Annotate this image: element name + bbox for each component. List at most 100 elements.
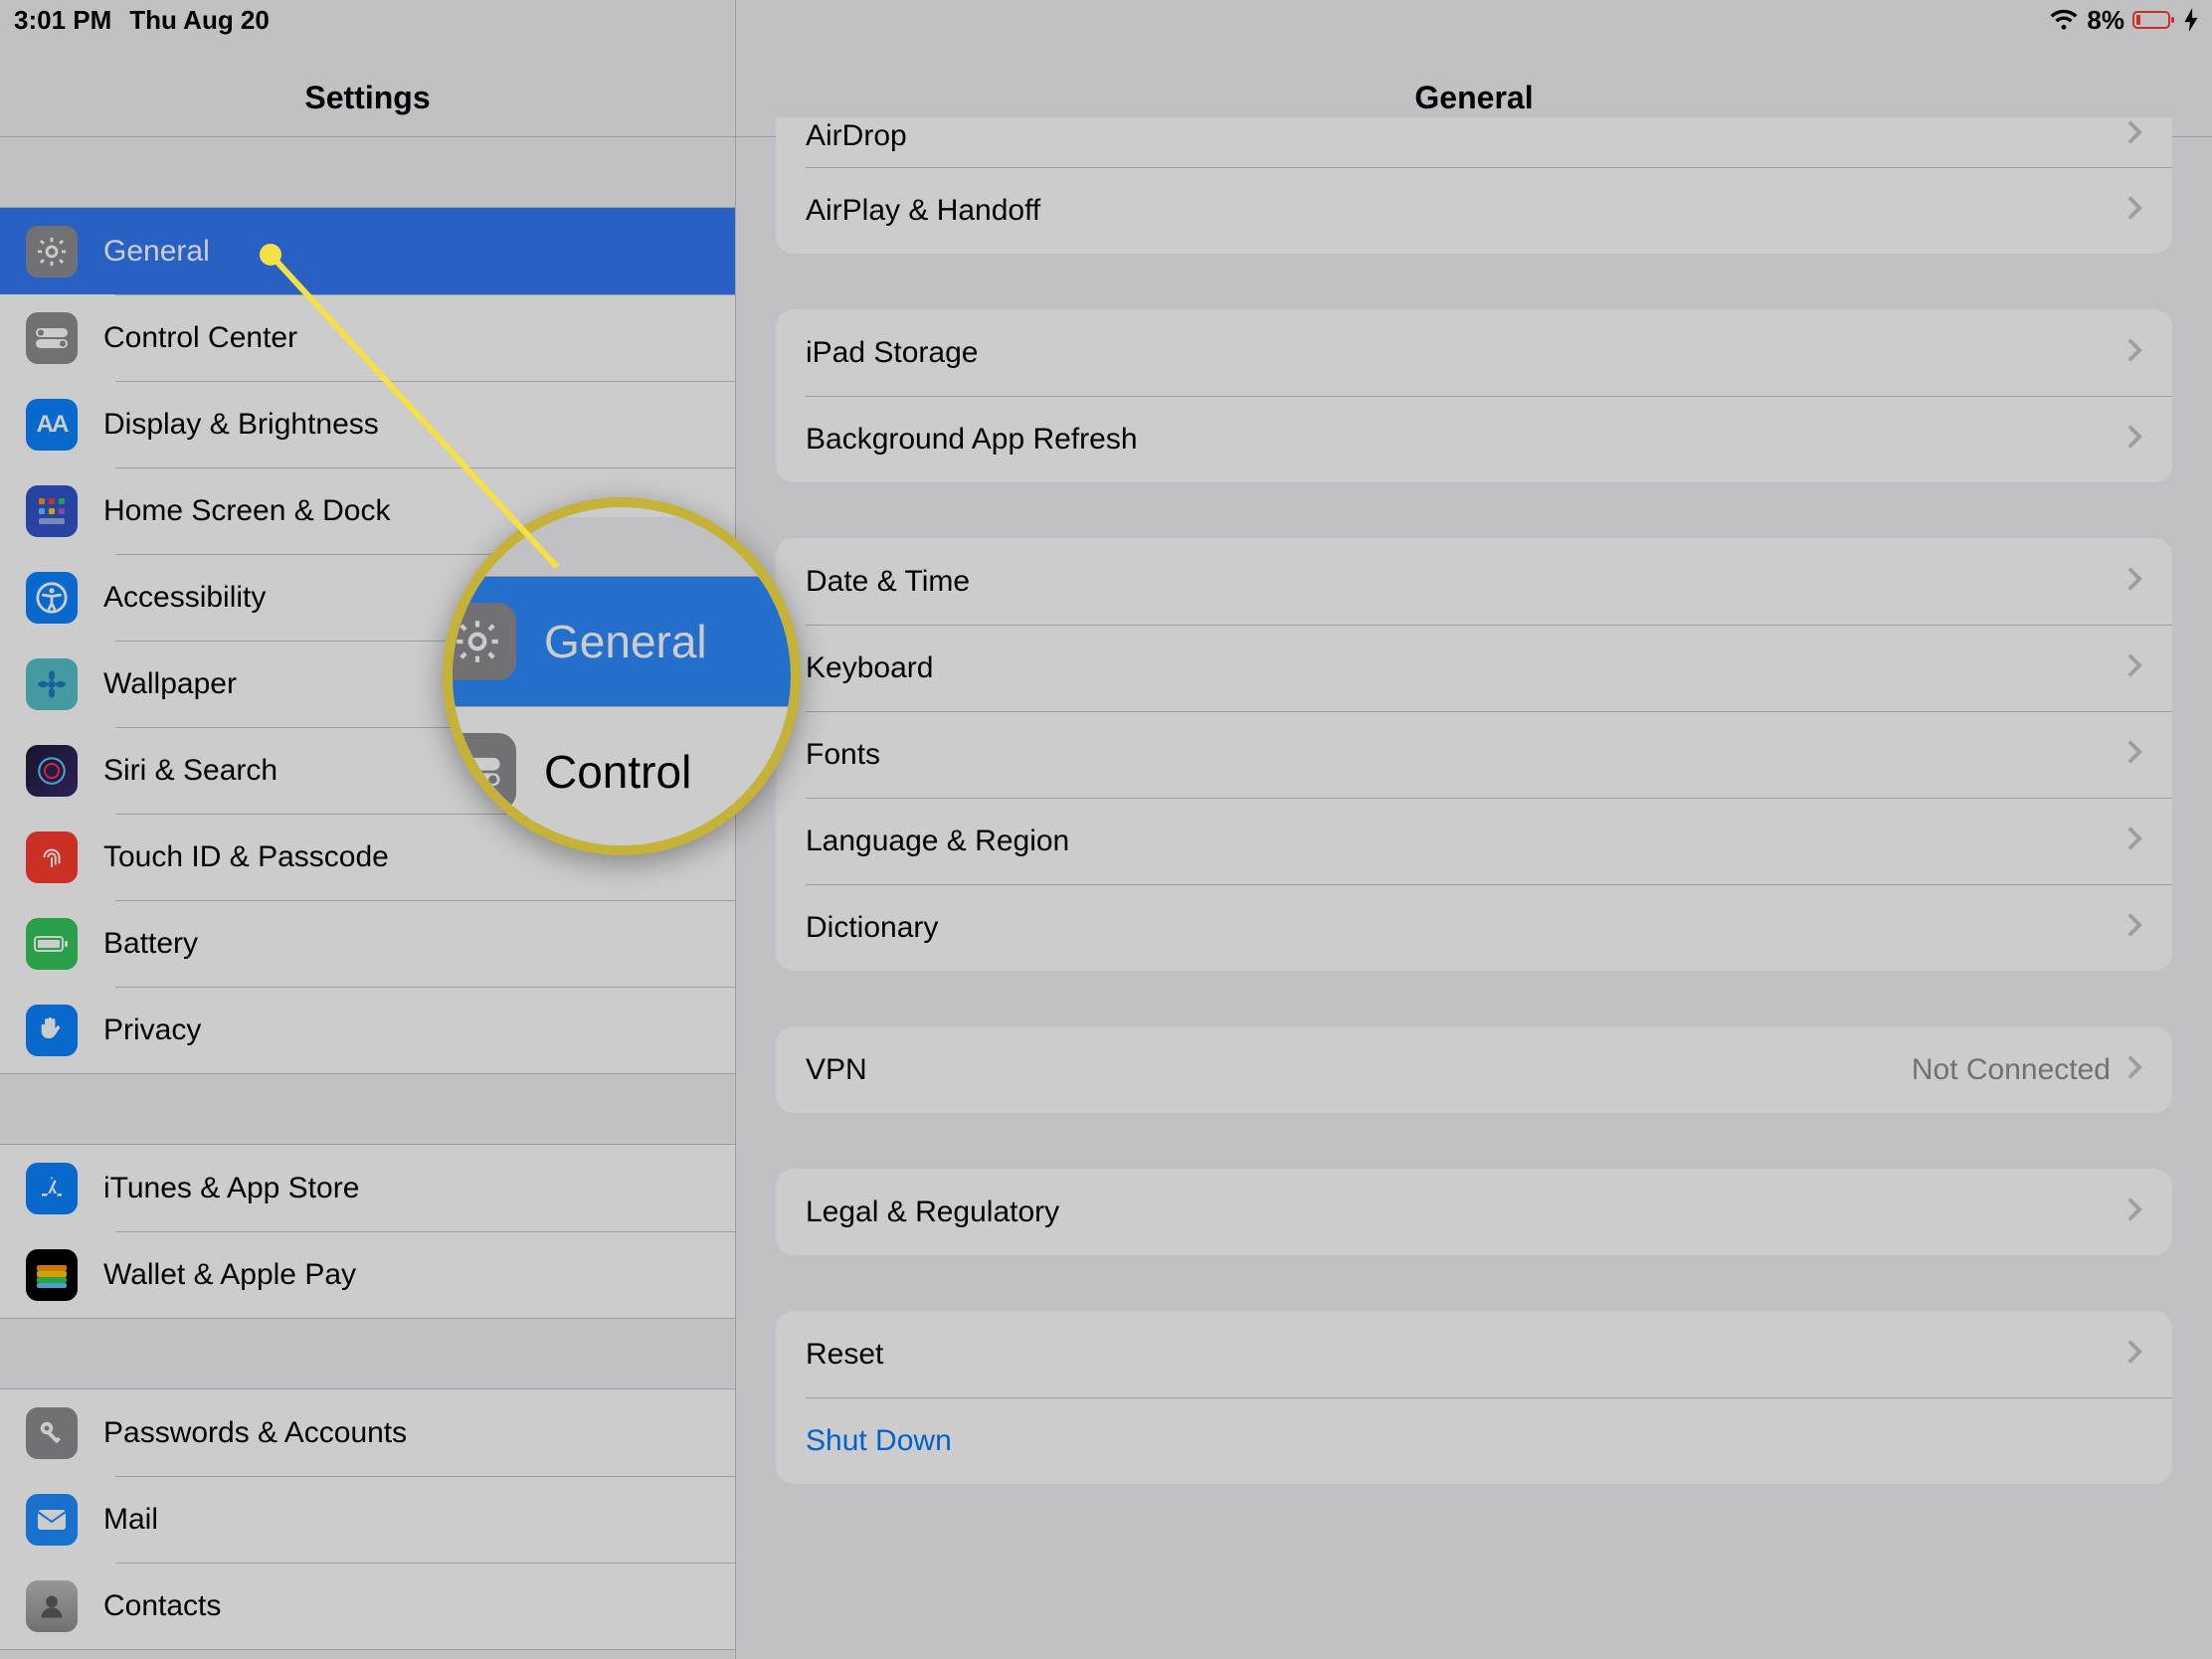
sidebar-item-passwords-accounts[interactable]: Passwords & Accounts [0, 1389, 735, 1476]
detail-row-label: iPad Storage [806, 336, 978, 370]
wallet-icon [26, 1249, 78, 1301]
chevron-right-icon [2126, 912, 2142, 943]
detail-row-label: VPN [806, 1053, 867, 1087]
annotation-magnifier: General Control [443, 497, 801, 855]
app-store-icon [26, 1163, 78, 1214]
sidebar-item-label: Siri & Search [103, 754, 277, 788]
chevron-right-icon [2126, 119, 2142, 150]
siri-icon [26, 745, 78, 797]
detail-row-value: Not Connected [1912, 1053, 2111, 1087]
chevron-right-icon [2126, 566, 2142, 597]
detail-row-vpn[interactable]: VPN Not Connected [776, 1026, 2172, 1113]
hand-icon [26, 1005, 78, 1056]
detail-row-fonts[interactable]: Fonts [776, 711, 2172, 798]
detail-group-airdrop: AirDrop AirPlay & Handoff [776, 117, 2172, 254]
sidebar-item-mail[interactable]: Mail [0, 1476, 735, 1563]
chevron-right-icon [2126, 826, 2142, 856]
sidebar-item-label: Contacts [103, 1589, 221, 1623]
sidebar-item-privacy[interactable]: Privacy [0, 987, 735, 1073]
magnifier-row-label: Control [544, 745, 691, 799]
magnifier-row-control: Control [443, 706, 801, 835]
gear-icon [26, 226, 78, 277]
sidebar-group-accounts: Passwords & Accounts Mail Contacts [0, 1388, 735, 1650]
detail-row-label: Keyboard [806, 651, 933, 685]
key-icon [26, 1407, 78, 1459]
chevron-right-icon [2126, 337, 2142, 368]
detail-row-label: Fonts [806, 738, 880, 772]
sidebar-item-label: General [103, 235, 210, 269]
chevron-right-icon [2126, 1054, 2142, 1085]
chevron-right-icon [2126, 424, 2142, 455]
magnifier-row-general: General [443, 577, 801, 706]
detail-row-label: Language & Region [806, 825, 1069, 858]
sidebar-item-itunes-app-store[interactable]: iTunes & App Store [0, 1145, 735, 1231]
status-time: 3:01 PM [14, 5, 111, 36]
sidebar-item-label: Display & Brightness [103, 408, 379, 442]
detail-group-reset: Reset Shut Down [776, 1311, 2172, 1484]
split-view: Settings General Control Center [0, 0, 2212, 1659]
detail-row-dictionary[interactable]: Dictionary [776, 884, 2172, 971]
battery-icon [26, 918, 78, 970]
detail-row-label: Background App Refresh [806, 423, 1138, 457]
status-battery-pct: 8% [2087, 5, 2124, 36]
detail-row-date-time[interactable]: Date & Time [776, 538, 2172, 625]
magnifier-row-label: General [544, 615, 707, 668]
chevron-right-icon [2126, 652, 2142, 683]
envelope-icon [26, 1494, 78, 1546]
detail-row-legal-regulatory[interactable]: Legal & Regulatory [776, 1169, 2172, 1255]
sidebar-item-label: Privacy [103, 1014, 201, 1047]
sidebar-item-label: iTunes & App Store [103, 1172, 359, 1205]
accessibility-icon [26, 572, 78, 624]
charging-bolt-icon [2184, 8, 2198, 32]
sidebar-item-label: Accessibility [103, 581, 266, 615]
sidebar-item-label: Mail [103, 1503, 158, 1537]
sidebar-item-general[interactable]: General [0, 208, 735, 294]
sidebar-item-label: Wallpaper [103, 667, 237, 701]
detail-row-label: Legal & Regulatory [806, 1196, 1059, 1229]
detail-row-label: Date & Time [806, 565, 970, 599]
sidebar-group-store: iTunes & App Store Wallet & Apple Pay [0, 1144, 735, 1319]
detail-row-keyboard[interactable]: Keyboard [776, 625, 2172, 711]
sidebar-item-control-center[interactable]: Control Center [0, 294, 735, 381]
detail-row-label: Reset [806, 1338, 883, 1372]
detail-row-reset[interactable]: Reset [776, 1311, 2172, 1397]
toggles-icon [26, 312, 78, 364]
detail-row-background-app-refresh[interactable]: Background App Refresh [776, 396, 2172, 482]
detail-row-airplay-handoff[interactable]: AirPlay & Handoff [776, 167, 2172, 254]
detail-row-shut-down[interactable]: Shut Down [776, 1397, 2172, 1484]
sidebar-item-battery[interactable]: Battery [0, 900, 735, 987]
toggles-icon [443, 733, 516, 811]
sidebar-item-label: Passwords & Accounts [103, 1416, 407, 1450]
fingerprint-icon [26, 831, 78, 883]
detail-row-label: AirPlay & Handoff [806, 194, 1040, 228]
detail-group-storage: iPad Storage Background App Refresh [776, 309, 2172, 482]
gear-icon [443, 603, 516, 680]
sidebar-scroll[interactable]: General Control Center AA Display & Brig… [0, 137, 735, 1659]
chevron-right-icon [2126, 1339, 2142, 1370]
detail-scroll[interactable]: AirDrop AirPlay & Handoff iPad Storage B… [736, 117, 2212, 1659]
sidebar-item-wallet-apple-pay[interactable]: Wallet & Apple Pay [0, 1231, 735, 1318]
chevron-right-icon [2126, 195, 2142, 226]
sidebar-item-label: Touch ID & Passcode [103, 840, 389, 874]
detail-row-language-region[interactable]: Language & Region [776, 798, 2172, 884]
detail-group-legal: Legal & Regulatory [776, 1169, 2172, 1255]
status-date: Thu Aug 20 [129, 5, 270, 36]
text-size-icon: AA [26, 399, 78, 451]
detail-group-vpn: VPN Not Connected [776, 1026, 2172, 1113]
flower-icon [26, 658, 78, 710]
detail-row-label: Dictionary [806, 911, 938, 945]
detail-row-ipad-storage[interactable]: iPad Storage [776, 309, 2172, 396]
detail-row-label: AirDrop [806, 119, 907, 153]
detail-row-airdrop[interactable]: AirDrop [776, 117, 2172, 167]
wifi-icon [2049, 9, 2079, 31]
detail-row-label: Shut Down [806, 1424, 952, 1458]
sidebar-item-label: Home Screen & Dock [103, 494, 390, 528]
sidebar-item-label: Control Center [103, 321, 297, 355]
person-icon [26, 1580, 78, 1632]
sidebar-item-contacts[interactable]: Contacts [0, 1563, 735, 1649]
grid-icon [26, 485, 78, 537]
sidebar-item-display-brightness[interactable]: AA Display & Brightness [0, 381, 735, 467]
sidebar-item-label: Battery [103, 927, 198, 961]
detail-pane: General AirDrop AirPlay & Handoff iPad S… [736, 0, 2212, 1659]
chevron-right-icon [2126, 1197, 2142, 1227]
